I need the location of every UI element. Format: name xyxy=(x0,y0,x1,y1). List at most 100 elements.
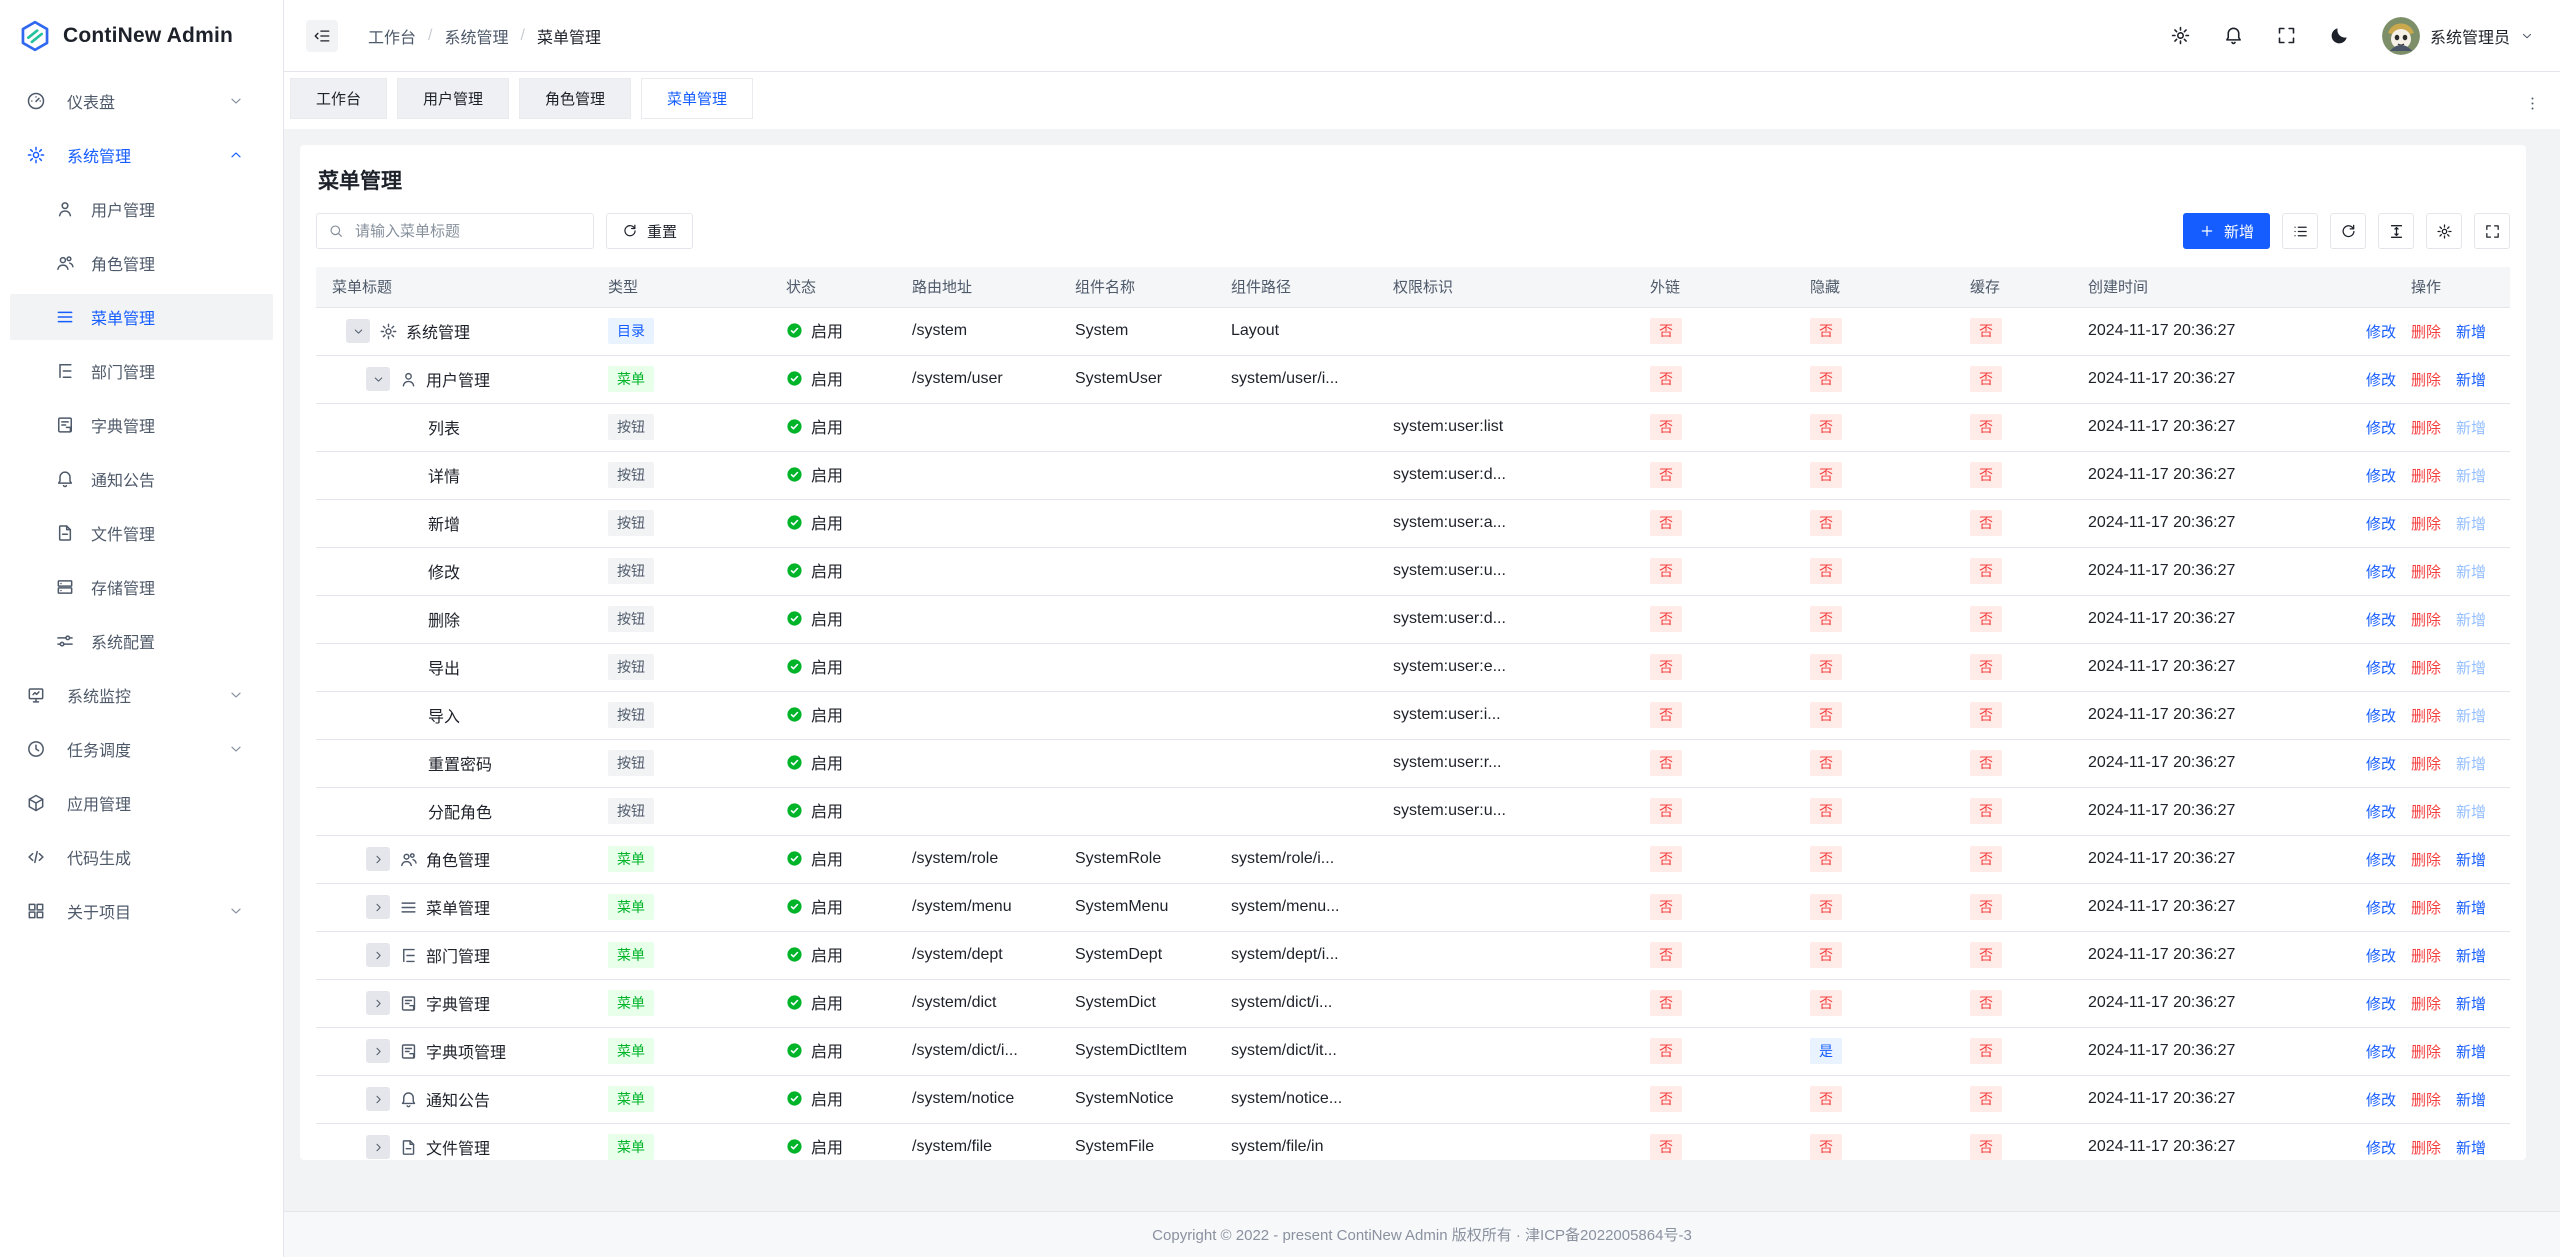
modify-link[interactable]: 修改 xyxy=(2366,753,2396,774)
fullscreen-icon[interactable] xyxy=(2276,25,2297,46)
delete-link[interactable]: 删除 xyxy=(2411,369,2441,390)
delete-link[interactable]: 删除 xyxy=(2411,705,2441,726)
row-expander[interactable] xyxy=(346,319,370,343)
modify-link[interactable]: 修改 xyxy=(2366,657,2396,678)
add-link[interactable]: 新增 xyxy=(2456,753,2486,774)
notifications-icon[interactable] xyxy=(2223,25,2244,46)
row-expander[interactable] xyxy=(366,1135,390,1159)
delete-link[interactable]: 删除 xyxy=(2411,1089,2441,1110)
add-link[interactable]: 新增 xyxy=(2456,1089,2486,1110)
delete-link[interactable]: 删除 xyxy=(2411,993,2441,1014)
sidebar-item-menu-mgmt[interactable]: 菜单管理 xyxy=(10,294,273,340)
delete-link[interactable]: 删除 xyxy=(2411,321,2441,342)
user-menu[interactable]: 系统管理员 xyxy=(2382,17,2534,55)
add-link[interactable]: 新增 xyxy=(2456,993,2486,1014)
sidebar-collapse-button[interactable] xyxy=(306,20,338,52)
modify-link[interactable]: 修改 xyxy=(2366,849,2396,870)
sidebar-item-code-gen[interactable]: 代码生成 xyxy=(0,830,283,884)
add-link[interactable]: 新增 xyxy=(2456,561,2486,582)
modify-link[interactable]: 修改 xyxy=(2366,705,2396,726)
app-logo[interactable]: ContiNew Admin xyxy=(0,0,283,72)
add-link[interactable]: 新增 xyxy=(2456,945,2486,966)
modify-link[interactable]: 修改 xyxy=(2366,897,2396,918)
sidebar-item-app-mgmt[interactable]: 应用管理 xyxy=(0,776,283,830)
tab-options-button[interactable] xyxy=(2518,90,2546,118)
add-link[interactable]: 新增 xyxy=(2456,849,2486,870)
breadcrumb-item[interactable]: 菜单管理 xyxy=(537,24,601,48)
add-link[interactable]: 新增 xyxy=(2456,369,2486,390)
sidebar-item-notice[interactable]: 通知公告 xyxy=(0,452,283,506)
sidebar-item-dict-mgmt[interactable]: 字典管理 xyxy=(0,398,283,452)
delete-link[interactable]: 删除 xyxy=(2411,1137,2441,1158)
sidebar-item-role-mgmt[interactable]: 角色管理 xyxy=(0,236,283,290)
add-link[interactable]: 新增 xyxy=(2456,897,2486,918)
row-expander[interactable] xyxy=(366,847,390,871)
sidebar-item-about[interactable]: 关于项目 xyxy=(0,884,283,938)
modify-link[interactable]: 修改 xyxy=(2366,1041,2396,1062)
tab-role-mgmt[interactable]: 角色管理 xyxy=(519,78,631,119)
breadcrumb-item[interactable]: 系统管理 xyxy=(444,24,508,48)
sidebar-item-file-mgmt[interactable]: 文件管理 xyxy=(0,506,283,560)
sidebar-item-sys-monitor[interactable]: 系统监控 xyxy=(0,668,283,722)
modify-link[interactable]: 修改 xyxy=(2366,801,2396,822)
delete-link[interactable]: 删除 xyxy=(2411,1041,2441,1062)
toolbar-fullscreen-button[interactable] xyxy=(2474,213,2510,249)
modify-link[interactable]: 修改 xyxy=(2366,1137,2396,1158)
modify-link[interactable]: 修改 xyxy=(2366,1089,2396,1110)
tab-workbench[interactable]: 工作台 xyxy=(290,78,387,119)
add-link[interactable]: 新增 xyxy=(2456,417,2486,438)
sidebar-item-user-mgmt[interactable]: 用户管理 xyxy=(0,182,283,236)
search-input[interactable] xyxy=(353,222,582,241)
modify-link[interactable]: 修改 xyxy=(2366,369,2396,390)
row-expander[interactable] xyxy=(366,991,390,1015)
add-link[interactable]: 新增 xyxy=(2456,801,2486,822)
delete-link[interactable]: 删除 xyxy=(2411,417,2441,438)
delete-link[interactable]: 删除 xyxy=(2411,561,2441,582)
delete-link[interactable]: 删除 xyxy=(2411,897,2441,918)
modify-link[interactable]: 修改 xyxy=(2366,321,2396,342)
delete-link[interactable]: 删除 xyxy=(2411,465,2441,486)
row-expander[interactable] xyxy=(366,895,390,919)
add-link[interactable]: 新增 xyxy=(2456,321,2486,342)
settings-icon[interactable] xyxy=(2170,25,2191,46)
row-expander[interactable] xyxy=(366,1087,390,1111)
row-expander[interactable] xyxy=(366,943,390,967)
modify-link[interactable]: 修改 xyxy=(2366,945,2396,966)
add-link[interactable]: 新增 xyxy=(2456,609,2486,630)
breadcrumb-item[interactable]: 工作台 xyxy=(368,24,416,48)
add-button[interactable]: 新增 xyxy=(2183,213,2270,249)
tab-menu-mgmt[interactable]: 菜单管理 xyxy=(641,78,753,119)
delete-link[interactable]: 删除 xyxy=(2411,945,2441,966)
toolbar-refresh-button[interactable] xyxy=(2330,213,2366,249)
tab-user-mgmt[interactable]: 用户管理 xyxy=(397,78,509,119)
delete-link[interactable]: 删除 xyxy=(2411,609,2441,630)
reset-button[interactable]: 重置 xyxy=(606,213,693,249)
sidebar-item-storage-mgmt[interactable]: 存储管理 xyxy=(0,560,283,614)
sidebar-item-system-mgmt[interactable]: 系统管理 xyxy=(0,128,283,182)
modify-link[interactable]: 修改 xyxy=(2366,513,2396,534)
toolbar-gear-button[interactable] xyxy=(2426,213,2462,249)
add-link[interactable]: 新增 xyxy=(2456,1137,2486,1158)
modify-link[interactable]: 修改 xyxy=(2366,993,2396,1014)
sidebar-item-dashboard[interactable]: 仪表盘 xyxy=(0,74,283,128)
dark-mode-icon[interactable] xyxy=(2329,25,2350,46)
sidebar-item-sys-config[interactable]: 系统配置 xyxy=(0,614,283,668)
add-link[interactable]: 新增 xyxy=(2456,513,2486,534)
modify-link[interactable]: 修改 xyxy=(2366,561,2396,582)
delete-link[interactable]: 删除 xyxy=(2411,849,2441,870)
sidebar-item-dept-mgmt[interactable]: 部门管理 xyxy=(0,344,283,398)
sidebar-item-job-schedule[interactable]: 任务调度 xyxy=(0,722,283,776)
add-link[interactable]: 新增 xyxy=(2456,465,2486,486)
add-link[interactable]: 新增 xyxy=(2456,705,2486,726)
row-expander[interactable] xyxy=(366,367,390,391)
delete-link[interactable]: 删除 xyxy=(2411,753,2441,774)
add-link[interactable]: 新增 xyxy=(2456,657,2486,678)
row-expander[interactable] xyxy=(366,1039,390,1063)
add-link[interactable]: 新增 xyxy=(2456,1041,2486,1062)
modify-link[interactable]: 修改 xyxy=(2366,465,2396,486)
toolbar-line-height-button[interactable] xyxy=(2378,213,2414,249)
modify-link[interactable]: 修改 xyxy=(2366,609,2396,630)
toolbar-list-button[interactable] xyxy=(2282,213,2318,249)
delete-link[interactable]: 删除 xyxy=(2411,513,2441,534)
delete-link[interactable]: 删除 xyxy=(2411,657,2441,678)
